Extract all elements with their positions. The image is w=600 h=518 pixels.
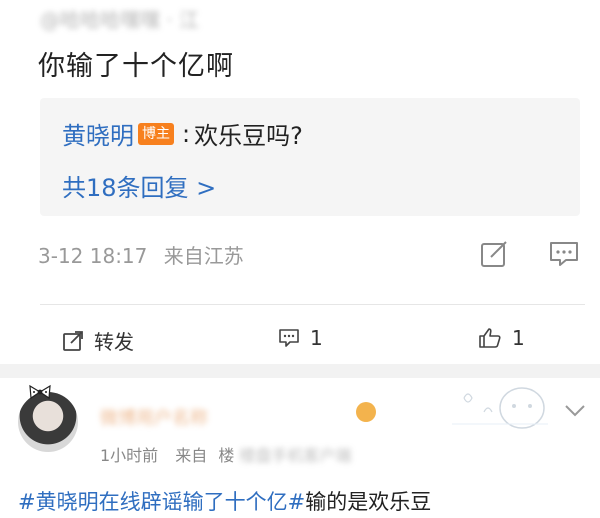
- section-gap: [0, 364, 600, 378]
- comment-icon[interactable]: [548, 238, 580, 270]
- post-time: 1小时前: [100, 446, 159, 465]
- post-meta: 1小时前 来自 楼 楼盘手机客户端: [100, 442, 352, 466]
- decoration-sticker-icon: [452, 387, 548, 429]
- view-replies-link[interactable]: 共18条回复 >: [62, 168, 216, 203]
- comment-location: 来自江苏: [163, 244, 244, 268]
- like-count: 1: [512, 326, 525, 350]
- post-body: 输的是欢乐豆: [305, 490, 432, 514]
- blogger-badge: 博主: [138, 122, 174, 145]
- post-from-label: 来自: [175, 446, 208, 465]
- hashtag-link[interactable]: #黄晓明在线辟谣输了十个亿#: [18, 490, 305, 514]
- comment-timestamp: 3-12 18:17: [38, 244, 148, 268]
- reply-preview-line: 黄晓明 博主 : 欢乐豆吗?: [62, 116, 303, 151]
- action-bar: 转发 1 1: [0, 318, 600, 362]
- avatar[interactable]: [18, 392, 78, 452]
- comment-bubble-icon: [279, 329, 299, 347]
- comment-header-blurred: @哈哈哈嘿嘿 · 江: [40, 8, 200, 32]
- comment-count: 1: [310, 326, 323, 350]
- post-source-prefix: 楼: [218, 446, 235, 465]
- post-source-blurred[interactable]: 楼盘手机客户端: [240, 442, 352, 466]
- edit-icon[interactable]: [478, 238, 510, 270]
- thumbs-up-icon: [479, 328, 501, 348]
- post-text: #黄晓明在线辟谣输了十个亿#输的是欢乐豆: [18, 486, 431, 516]
- bow-icon: [29, 384, 51, 400]
- reply-text: 欢乐豆吗?: [194, 122, 303, 150]
- comment-button[interactable]: 1: [278, 326, 323, 350]
- like-button[interactable]: 1: [478, 326, 525, 350]
- repost-icon: [63, 330, 83, 351]
- vip-icon: [356, 402, 376, 422]
- repost-button[interactable]: 转发: [62, 326, 134, 355]
- comment-text: 你输了十个亿啊: [38, 51, 234, 82]
- comment-meta: 3-12 18:17 来自江苏: [38, 240, 244, 269]
- reply-separator: :: [182, 119, 191, 148]
- divider: [40, 304, 585, 305]
- repost-label: 转发: [94, 330, 134, 354]
- username-blurred[interactable]: 微博用户名称: [100, 404, 208, 430]
- reply-author-link[interactable]: 黄晓明: [62, 116, 134, 151]
- chevron-down-icon[interactable]: [564, 404, 586, 418]
